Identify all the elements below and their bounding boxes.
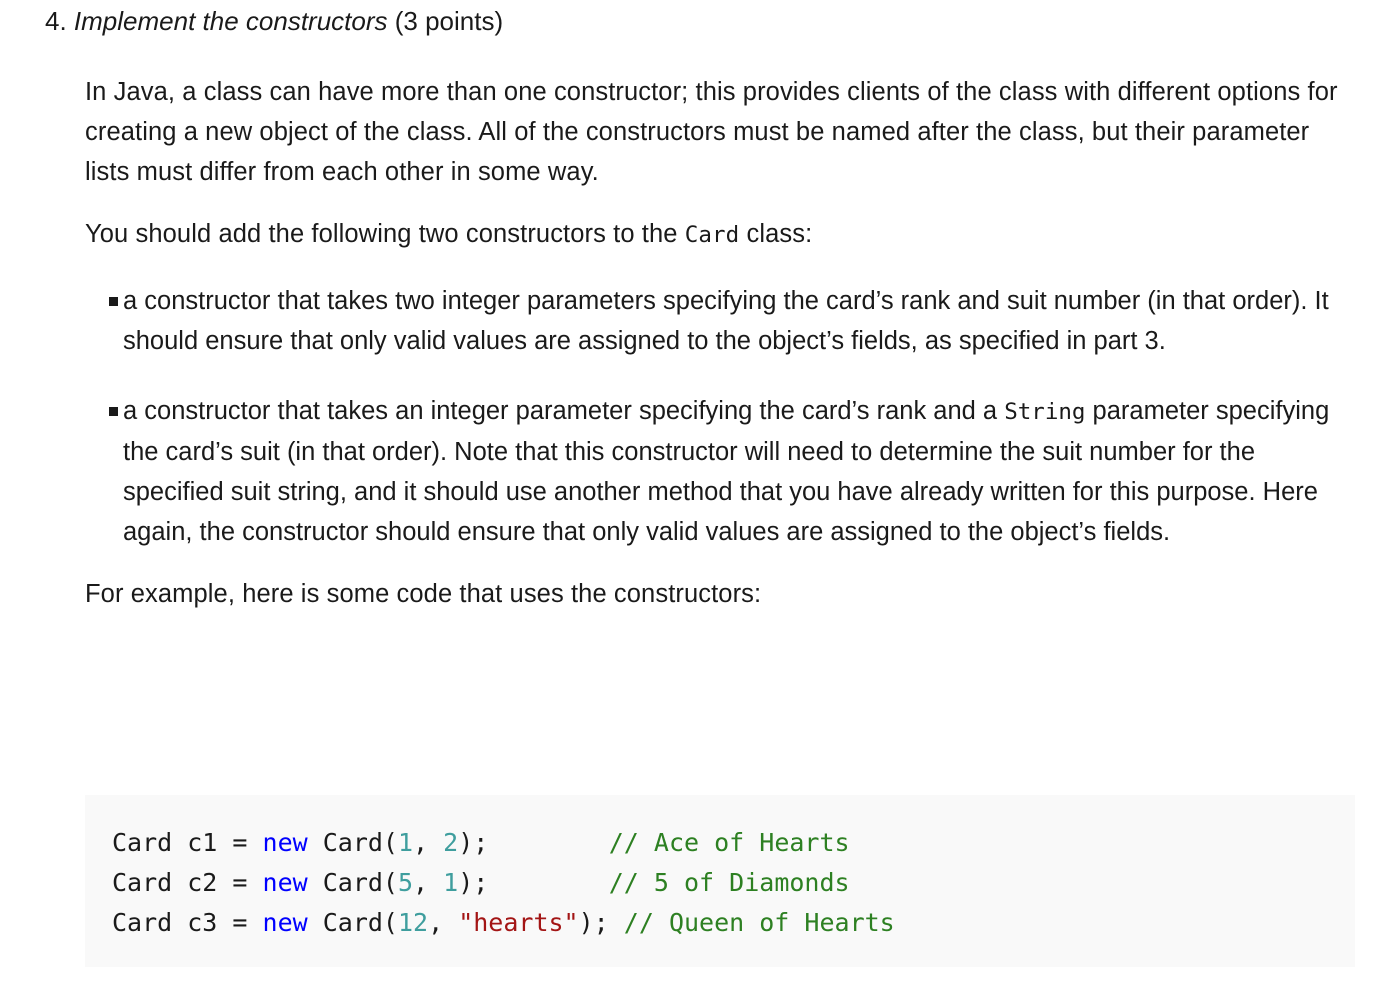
instruction-text-after: class:	[739, 220, 813, 248]
code-token-number: 12	[397, 908, 429, 937]
code-token-number: 1	[443, 868, 459, 897]
code-token-plain: );	[458, 828, 489, 857]
intro-paragraph: In Java, a class can have more than one …	[85, 78, 1338, 186]
code-token-plain: Card(	[307, 828, 398, 857]
code-token-plain: );	[458, 868, 489, 897]
document-page: 4. Implement the constructors (3 points)…	[0, 0, 1376, 994]
inline-code-string: String	[1004, 399, 1086, 425]
instruction-paragraph: You should add the following two constru…	[85, 214, 1355, 255]
code-token-plain: Card c2 =	[112, 868, 263, 897]
list-item: a constructor that takes two integer par…	[85, 281, 1355, 361]
code-token-comment: // Queen of Hearts	[623, 908, 895, 937]
list-item-text-lead: a constructor that takes an integer para…	[123, 397, 1005, 425]
code-token-plain: Card(	[307, 868, 398, 897]
code-token-number: 2	[443, 828, 459, 857]
list-item-text: a constructor that takes two integer par…	[123, 287, 1329, 355]
square-bullet-icon	[109, 297, 118, 306]
code-token-plain: Card c1 =	[112, 828, 263, 857]
code-token-spacer	[609, 908, 624, 937]
example-lead-paragraph: For example, here is some code that uses…	[85, 580, 762, 608]
problem-points: (3 points)	[394, 6, 504, 36]
code-token-spacer	[488, 868, 608, 897]
code-token-keyword: new	[262, 828, 308, 857]
code-token-number: 5	[397, 868, 414, 897]
inline-code-card: Card	[684, 222, 740, 248]
code-block: Card c1 = new Card(1, 2); // Ace of Hear…	[85, 795, 1355, 967]
code-token-keyword: new	[262, 868, 308, 897]
code-token-number: 1	[397, 828, 414, 857]
code-token-plain: Card c3 =	[112, 908, 263, 937]
list-item: a constructor that takes an integer para…	[85, 391, 1355, 552]
problem-body: In Java, a class can have more than one …	[85, 72, 1355, 614]
code-token-plain: ,	[428, 908, 459, 937]
code-token-comment: // Ace of Hearts	[608, 828, 850, 857]
code-token-plain: ,	[413, 828, 444, 857]
code-token-plain: );	[578, 908, 609, 937]
page-title: 4. Implement the constructors (3 points)	[45, 4, 503, 38]
problem-number: 4.	[45, 6, 67, 36]
code-token-spacer	[488, 828, 608, 857]
code-token-comment: // 5 of Diamonds	[608, 868, 850, 897]
code-token-plain: Card(	[307, 908, 398, 937]
square-bullet-icon	[109, 407, 118, 416]
code-token-keyword: new	[262, 908, 308, 937]
problem-title: Implement the constructors	[73, 6, 388, 36]
constructor-requirements-list: a constructor that takes two integer par…	[85, 281, 1355, 552]
code-token-string: "hearts"	[458, 908, 579, 937]
instruction-text-before: You should add the following two constru…	[85, 220, 685, 248]
code-listing: Card c1 = new Card(1, 2); // Ace of Hear…	[112, 823, 1355, 943]
code-token-plain: ,	[413, 868, 444, 897]
